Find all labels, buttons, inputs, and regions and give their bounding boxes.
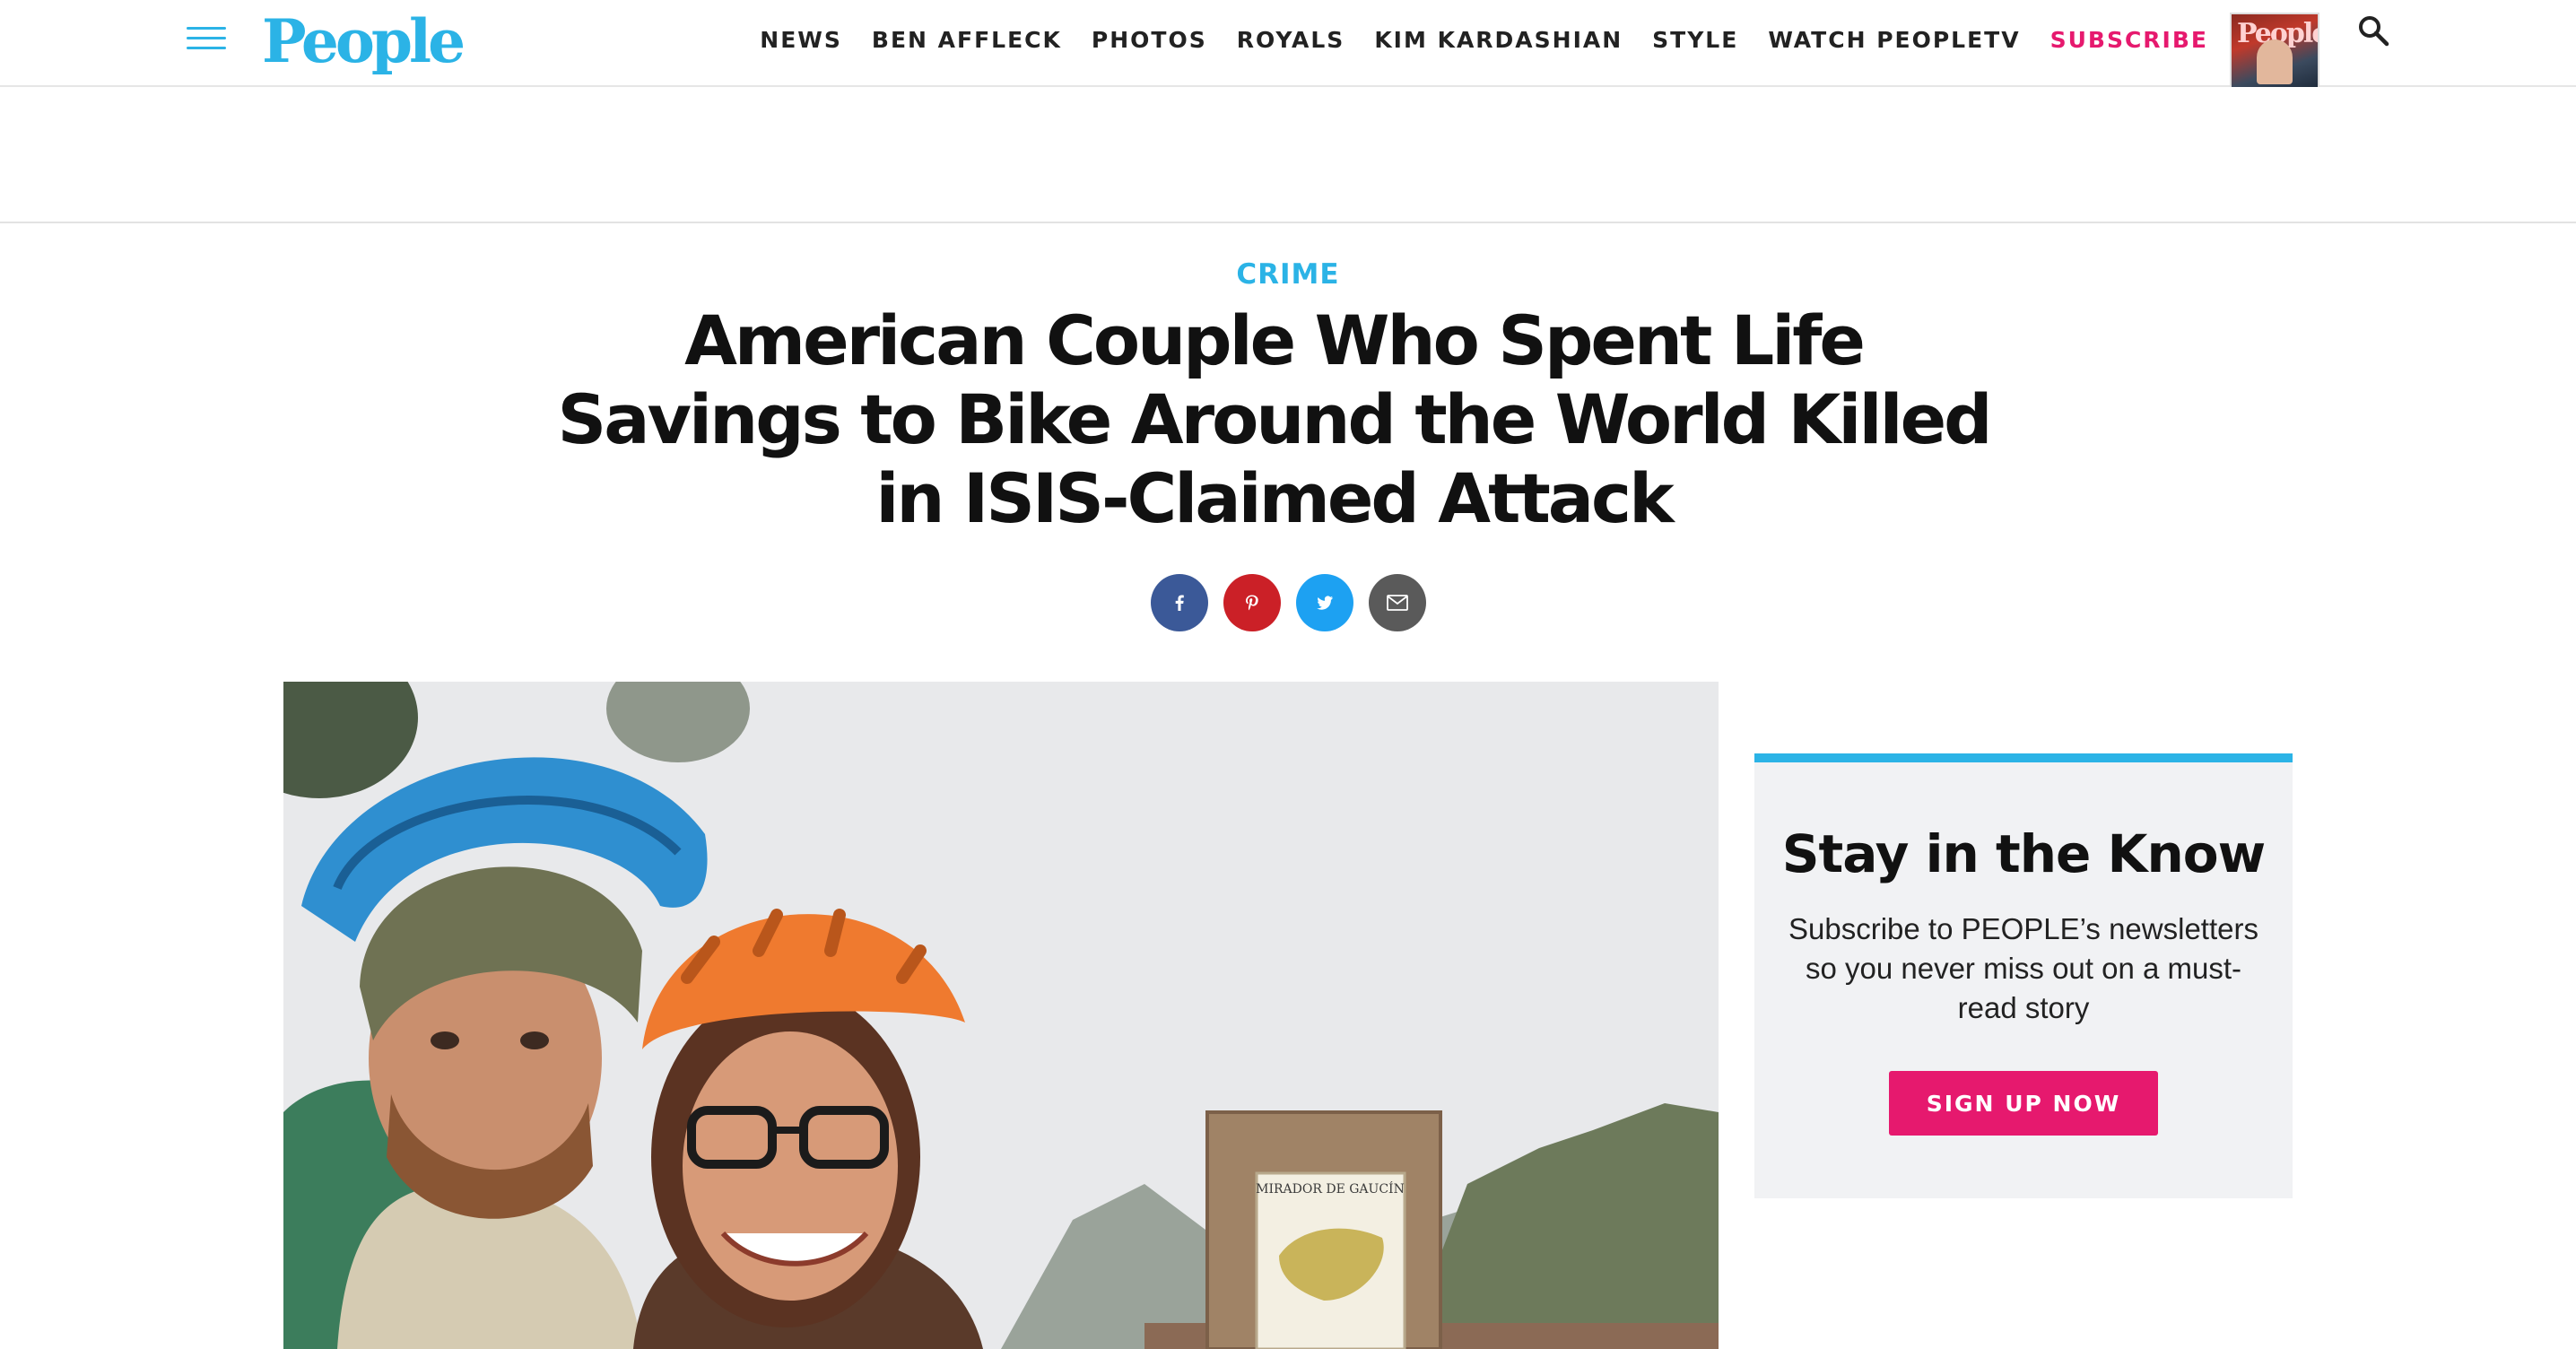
nav-item-watch-peopletv[interactable]: WATCH PEOPLETV (1768, 27, 2020, 53)
nav-item-style[interactable]: STYLE (1652, 27, 1738, 53)
nav-item-ben-affleck[interactable]: BEN AFFLECK (872, 27, 1062, 53)
nav-item-royals[interactable]: ROYALS (1237, 27, 1345, 53)
newsletter-title: Stay in the Know (1781, 823, 2266, 884)
facebook-share-button[interactable] (1151, 574, 1208, 631)
article-category[interactable]: CRIME (0, 258, 2576, 291)
pinterest-share-button[interactable] (1223, 574, 1281, 631)
hero-photo-illustration: MIRADOR DE GAUCÍN (283, 682, 1719, 1349)
sign-up-button[interactable]: SIGN UP NOW (1889, 1071, 2158, 1136)
nav-item-news[interactable]: NEWS (760, 27, 842, 53)
magazine-cover-photo (2257, 39, 2293, 84)
nav-item-photos[interactable]: PHOTOS (1092, 27, 1207, 53)
article-headline: American Couple Who Spent Life Savings t… (557, 300, 1992, 538)
twitter-icon (1317, 596, 1333, 610)
twitter-share-button[interactable] (1296, 574, 1353, 631)
share-bar (1151, 574, 1426, 631)
newsletter-description: Subscribe to PEOPLE’s newsletters so you… (1788, 912, 2258, 1024)
facebook-icon (1175, 595, 1184, 611)
nav-item-kim-kardashian[interactable]: KIM KARDASHIAN (1374, 27, 1623, 53)
search-icon[interactable] (2355, 13, 2391, 48)
main-nav: NEWS BEN AFFLECK PHOTOS ROYALS KIM KARDA… (760, 27, 2208, 53)
site-header: People NEWS BEN AFFLECK PHOTOS ROYALS KI… (0, 0, 2576, 90)
email-share-button[interactable] (1369, 574, 1426, 631)
magazine-cover-thumbnail[interactable]: People (2230, 13, 2319, 90)
email-icon (1387, 595, 1408, 611)
newsletter-signup-box: Stay in the Know Subscribe to PEOPLE’s n… (1754, 753, 2293, 1198)
article-hero-photo: MIRADOR DE GAUCÍN (283, 682, 1719, 1349)
photo-sign-text: MIRADOR DE GAUCÍN (1256, 1180, 1405, 1197)
site-logo[interactable]: People (262, 4, 466, 79)
menu-icon[interactable] (187, 27, 226, 57)
pinterest-icon (1246, 595, 1258, 611)
ad-banner-slot (0, 87, 2576, 223)
nav-item-subscribe[interactable]: SUBSCRIBE (2050, 27, 2208, 53)
